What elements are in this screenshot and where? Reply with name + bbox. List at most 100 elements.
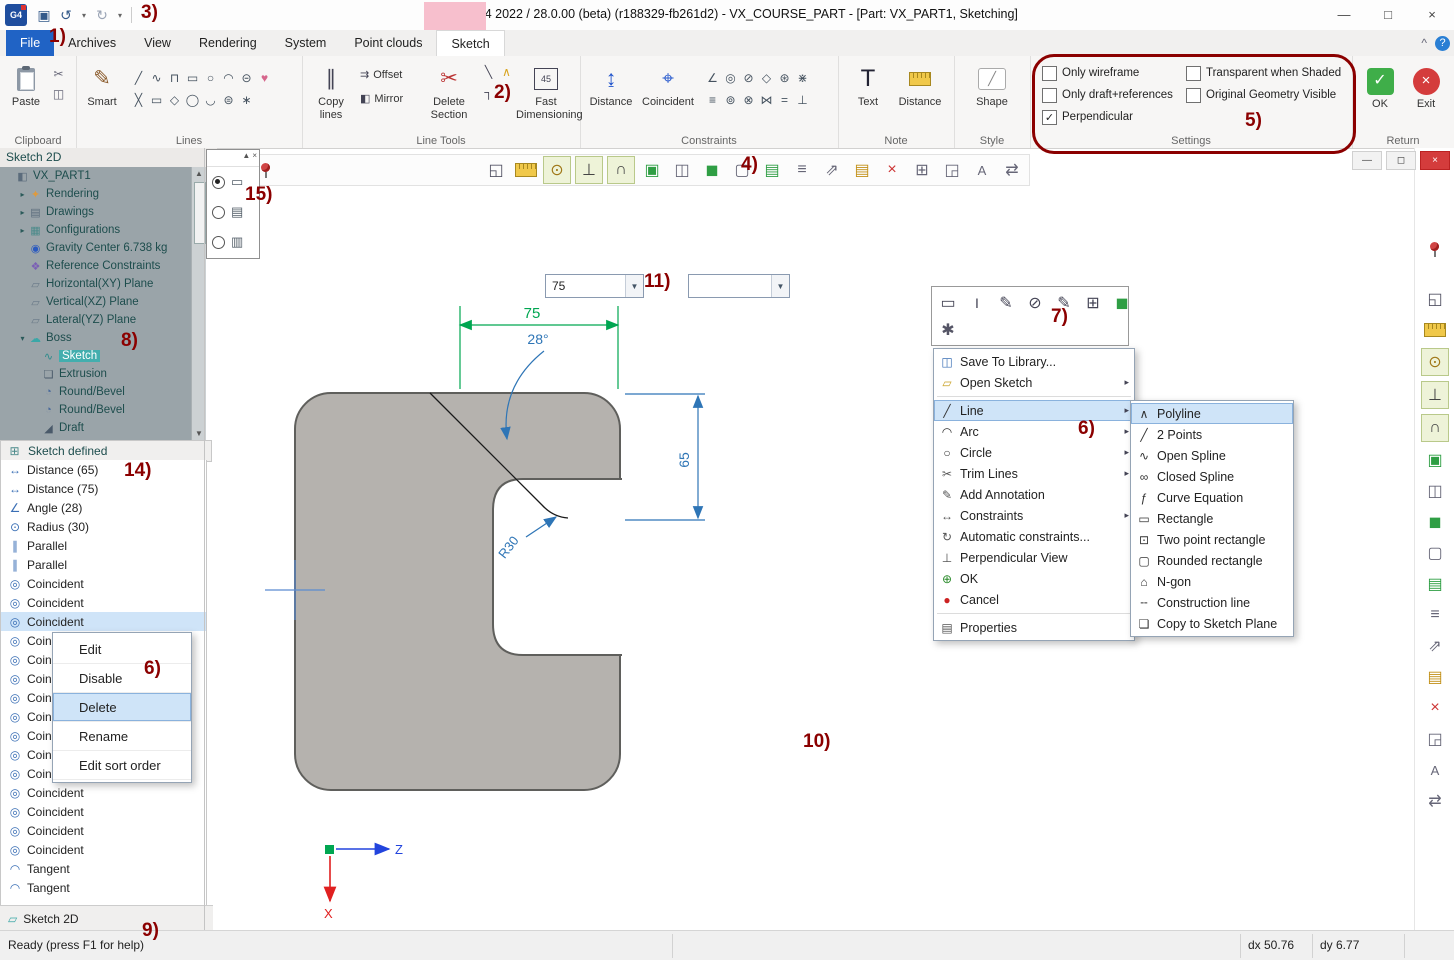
panel-close-icon[interactable]: × — [252, 151, 257, 165]
addbox-button[interactable]: ◲ — [939, 157, 965, 183]
menu-item-two-point-rectangle[interactable]: ⊡Two point rectangle — [1131, 529, 1293, 550]
constraint-tool-icon[interactable]: ⊥ — [794, 92, 811, 108]
menu-item-automatic-constraints[interactable]: ↻Automatic constraints... — [934, 526, 1134, 547]
tree-item-vertical-xz-plane[interactable]: ▱Vertical(XZ) Plane — [0, 293, 205, 311]
snapcenter-button[interactable]: ⊙ — [1421, 348, 1449, 376]
menu-item-trim-lines[interactable]: ✂Trim Lines▸ — [934, 463, 1134, 484]
menu-item-circle[interactable]: ○Circle▸ — [934, 442, 1134, 463]
swap-button[interactable]: ⇄ — [1422, 788, 1448, 814]
dimension-angle-label[interactable]: 28° — [527, 331, 548, 347]
close-button[interactable]: × — [1410, 0, 1454, 29]
menu-rendering[interactable]: Rendering — [185, 30, 271, 56]
tree-item-rendering[interactable]: ▸✦Rendering — [0, 185, 205, 203]
menu-item-constraints[interactable]: ↔Constraints▸ — [934, 505, 1134, 526]
copy-button[interactable]: ◫ — [50, 86, 67, 102]
expand-icon[interactable]: ▸ — [17, 208, 28, 217]
pin-button[interactable] — [1422, 236, 1448, 262]
cut-button[interactable]: ✂ — [50, 66, 67, 82]
tree-item-boss[interactable]: ▾☁Boss — [0, 329, 205, 347]
distance-note-button[interactable]: Distance — [894, 62, 946, 109]
export-button[interactable]: ⇗ — [1422, 633, 1448, 659]
line-shape-icon[interactable]: ◡ — [202, 92, 219, 108]
sketch-2d-tab[interactable]: ▱ Sketch 2D — [0, 905, 213, 931]
undo-button[interactable]: ↺ — [56, 4, 76, 26]
dimbeam-button[interactable]: I — [964, 290, 990, 316]
tree-item-gravity-center-6-738-kg[interactable]: ◉Gravity Center 6.738 kg — [0, 239, 205, 257]
grid-button[interactable]: ⊞ — [909, 157, 935, 183]
menu-item-rename[interactable]: Rename — [53, 722, 191, 751]
line-shape-icon[interactable]: ∗ — [238, 92, 255, 108]
constraint-tool-icon[interactable]: = — [776, 92, 793, 108]
undo-dropdown[interactable]: ▾ — [78, 4, 90, 26]
menu-item-closed-spline[interactable]: ∞Closed Spline — [1131, 466, 1293, 487]
menu-item-delete[interactable]: Delete — [53, 693, 191, 722]
line-shape-icon[interactable]: ◇ — [166, 92, 183, 108]
snapcenter-button[interactable]: ⊙ — [543, 156, 571, 184]
doc-close-button[interactable]: × — [1420, 151, 1450, 170]
expand-icon[interactable]: ▸ — [17, 190, 28, 199]
constraint-item-coincident[interactable]: ◎Coincident — [1, 802, 206, 821]
line-shape-icon[interactable]: ╳ — [130, 92, 147, 108]
cube-button[interactable]: ◫ — [669, 157, 695, 183]
greensq-button[interactable]: ◼ — [1109, 290, 1135, 316]
facegreen-button[interactable]: ▣ — [1422, 447, 1448, 473]
copy-lines-button[interactable]: ∥Copy lines — [306, 62, 356, 121]
menu-item-ok[interactable]: ⊕OK — [934, 568, 1134, 589]
line-shape-icon[interactable]: ○ — [202, 70, 219, 86]
minimize-button[interactable]: — — [1322, 0, 1366, 29]
stacklist-button[interactable]: ≡ — [789, 157, 815, 183]
distance-constraint-button[interactable]: ↨Distance — [586, 62, 636, 109]
addbox-button[interactable]: ◲ — [1422, 726, 1448, 752]
move-button[interactable]: ◱ — [483, 157, 509, 183]
menu-item-line[interactable]: ╱Line▸ — [934, 400, 1134, 421]
cubegreen-button[interactable]: ◼ — [1422, 509, 1448, 535]
constraint-item-parallel[interactable]: ∥Parallel — [1, 555, 206, 574]
angle-snap-icon[interactable]: ∧ — [498, 64, 515, 80]
corner-trim-icon[interactable]: ╲ — [480, 64, 497, 80]
menu-point-clouds[interactable]: Point clouds — [340, 30, 436, 56]
menu-item-rectangle[interactable]: ▭Rectangle — [1131, 508, 1293, 529]
line-shape-icon[interactable]: ▭ — [184, 70, 201, 86]
expand-icon[interactable]: ▾ — [17, 334, 28, 343]
constraint-item-angle-28[interactable]: ∠Angle (28) — [1, 498, 206, 517]
view-option-3[interactable]: ▥ — [207, 227, 259, 257]
constraint-item-coincident[interactable]: ◎Coincident — [1, 821, 206, 840]
swap-button[interactable]: ⇄ — [999, 157, 1025, 183]
facegreen-button[interactable]: ▣ — [639, 157, 665, 183]
radio-icon[interactable] — [212, 236, 225, 249]
textbox-button[interactable]: A — [969, 157, 995, 183]
menu-item-cancel[interactable]: ●Cancel — [934, 589, 1134, 610]
constraint-item-distance-65[interactable]: ↔Distance (65) — [1, 460, 206, 479]
tree-item-round-bevel[interactable]: ◔Round/Bevel — [0, 383, 205, 401]
panel-collapse-icon[interactable]: ▲ — [242, 151, 250, 165]
dimension-65[interactable] — [625, 394, 705, 520]
menu-item-n-gon[interactable]: ⌂N-gon — [1131, 571, 1293, 592]
radio-icon[interactable] — [212, 206, 225, 219]
tree-item-drawings[interactable]: ▸▤Drawings — [0, 203, 205, 221]
bookgreen-button[interactable]: ▤ — [759, 157, 785, 183]
menu-sketch[interactable]: Sketch — [436, 30, 504, 56]
tree-item-extrusion[interactable]: ❏Extrusion — [0, 365, 205, 383]
closex-button[interactable]: × — [1422, 695, 1448, 721]
bookgreen-button[interactable]: ▤ — [1422, 571, 1448, 597]
dimension-value-combobox[interactable]: 75 ▼ — [545, 274, 644, 298]
line-shape-icon[interactable]: ◯ — [184, 92, 201, 108]
line-shape-icon[interactable]: ▭ — [148, 92, 165, 108]
menu-view[interactable]: View — [130, 30, 185, 56]
menu-item-2-points[interactable]: ╱2 Points — [1131, 424, 1293, 445]
nocircle-button[interactable]: ⊘ — [1022, 290, 1048, 316]
stacklist-button[interactable]: ≡ — [1422, 602, 1448, 628]
smart-button[interactable]: ✎Smart — [80, 62, 124, 109]
menu-item-perpendicular-view[interactable]: ⊥Perpendicular View — [934, 547, 1134, 568]
dimension-65-label[interactable]: 65 — [676, 452, 692, 468]
constraint-tool-icon[interactable]: ⊘ — [740, 70, 757, 86]
snaptan-button[interactable]: ∩ — [1421, 414, 1449, 442]
snapperp-button[interactable]: ⊥ — [1421, 381, 1449, 409]
menu-item-arc[interactable]: ◠Arc▸ — [934, 421, 1134, 442]
constraint-tool-icon[interactable]: ◇ — [758, 70, 775, 86]
stackyellow-button[interactable]: ▤ — [1422, 664, 1448, 690]
menu-item-properties[interactable]: ▤Properties — [934, 617, 1134, 638]
menu-item-copy-to-sketch-plane[interactable]: ❏Copy to Sketch Plane — [1131, 613, 1293, 634]
constraint-tool-icon[interactable]: ⋇ — [794, 70, 811, 86]
line-shape-icon[interactable]: ⊝ — [238, 70, 255, 86]
